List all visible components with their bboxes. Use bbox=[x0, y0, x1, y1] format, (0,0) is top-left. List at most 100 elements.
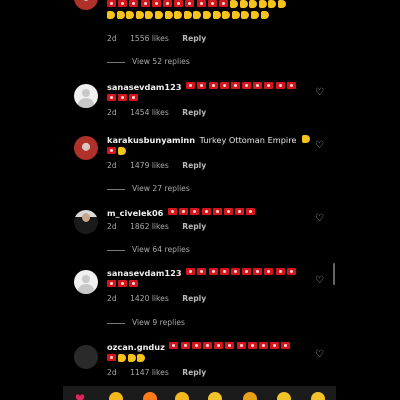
thumbs-up-emoji bbox=[118, 354, 127, 362]
turkey-flag-emoji bbox=[208, 268, 218, 275]
comment-likes[interactable]: 1479 likes bbox=[130, 161, 169, 170]
reply-button[interactable]: Reply bbox=[182, 34, 206, 43]
turkey-flag-emoji bbox=[242, 268, 252, 275]
turkey-flag-emoji bbox=[230, 82, 240, 89]
turkey-flag-emoji bbox=[190, 208, 200, 215]
view-replies-button[interactable]: View 9 replies bbox=[107, 318, 185, 327]
replies-divider bbox=[107, 249, 125, 251]
turkey-flag-emoji bbox=[151, 0, 161, 7]
turkey-flag-emoji bbox=[253, 268, 263, 275]
flag-emoji-row-2 bbox=[107, 280, 141, 288]
reply-button[interactable]: Reply bbox=[182, 222, 206, 231]
crying-face-emoji[interactable] bbox=[208, 392, 222, 400]
view-replies-button[interactable]: View 27 replies bbox=[107, 184, 190, 193]
red-heart-emoji[interactable]: ♥ bbox=[73, 392, 87, 400]
comment-username[interactable]: m_civelek06 bbox=[107, 208, 163, 218]
flexed-biceps-emoji bbox=[268, 0, 277, 8]
comment-meta: 2d 1862 likes Reply bbox=[107, 222, 217, 231]
comment-time: 2d bbox=[107, 294, 117, 303]
comment-time: 2d bbox=[107, 108, 117, 117]
oncoming-fist-emoji bbox=[202, 11, 211, 19]
turkey-flag-emoji bbox=[107, 280, 116, 287]
oncoming-fist-emoji bbox=[302, 135, 311, 143]
emoji-row bbox=[107, 147, 128, 155]
turkey-flag-emoji bbox=[253, 82, 263, 89]
heart-outline-icon[interactable]: ♡ bbox=[315, 88, 324, 98]
comment-meta: 2d 1479 likes Reply bbox=[107, 161, 217, 170]
turkey-flag-emoji bbox=[236, 342, 246, 349]
avatar[interactable] bbox=[74, 0, 98, 10]
comment-username[interactable]: sanasevdam123 bbox=[107, 82, 182, 92]
turkey-flag-emoji bbox=[201, 208, 211, 215]
oncoming-fist-emoji bbox=[231, 11, 240, 19]
turkey-flag-emoji bbox=[129, 0, 139, 7]
oncoming-fist-emoji bbox=[250, 11, 259, 19]
flexed-biceps-emoji bbox=[249, 0, 258, 8]
comments-screen: 2d 1556 likes Reply View 52 replies sana… bbox=[0, 0, 400, 400]
surprised-face-emoji[interactable] bbox=[277, 392, 291, 400]
turkey-flag-emoji bbox=[140, 0, 150, 7]
reply-button[interactable]: Reply bbox=[182, 368, 206, 377]
clapping-emoji[interactable] bbox=[175, 392, 189, 400]
oncoming-fist-emoji bbox=[174, 11, 183, 19]
turkey-flag-emoji bbox=[191, 342, 201, 349]
comment-text-line: karakusbunyaminn Turkey Ottoman Empire bbox=[107, 135, 312, 146]
turkey-flag-emoji bbox=[264, 82, 274, 89]
replies-divider bbox=[107, 322, 125, 324]
thumbs-up-emoji bbox=[118, 147, 127, 155]
turkey-flag-emoji bbox=[185, 0, 195, 7]
raising-hands-emoji[interactable] bbox=[109, 392, 123, 400]
laughing-face-emoji[interactable] bbox=[311, 392, 325, 400]
turkey-flag-emoji bbox=[286, 268, 296, 275]
turkey-flag-emoji bbox=[246, 208, 256, 215]
view-replies-button[interactable]: View 64 replies bbox=[107, 245, 190, 254]
reply-button[interactable]: Reply bbox=[182, 108, 206, 117]
avatar[interactable] bbox=[74, 84, 98, 108]
heart-outline-icon[interactable]: ♡ bbox=[315, 350, 324, 360]
comment-username[interactable]: karakusbunyaminn bbox=[107, 135, 195, 145]
comment-time: 2d bbox=[107, 161, 117, 170]
fire-emoji[interactable] bbox=[143, 392, 157, 400]
avatar[interactable] bbox=[74, 270, 98, 294]
reply-button[interactable]: Reply bbox=[182, 161, 206, 170]
scrollbar[interactable] bbox=[333, 263, 335, 285]
oncoming-fist-emoji bbox=[154, 11, 163, 19]
comment-likes[interactable]: 1556 likes bbox=[130, 34, 169, 43]
comment-username[interactable]: ozcan.gnduz bbox=[107, 342, 165, 352]
turkey-flag-emoji bbox=[180, 342, 190, 349]
avatar[interactable] bbox=[74, 345, 98, 369]
heart-outline-icon[interactable]: ♡ bbox=[315, 214, 324, 224]
comment-likes[interactable]: 1147 likes bbox=[130, 368, 169, 377]
comment-meta: 2d 1454 likes Reply bbox=[107, 108, 217, 117]
oncoming-fist-emoji bbox=[260, 11, 269, 19]
comment-username[interactable]: sanasevdam123 bbox=[107, 268, 182, 278]
flag-emoji-row-2 bbox=[107, 94, 141, 102]
comment-text-line: ozcan.gnduz bbox=[107, 342, 293, 353]
flexed-biceps-emoji bbox=[230, 0, 239, 8]
avatar[interactable] bbox=[74, 136, 98, 160]
comment-likes[interactable]: 1420 likes bbox=[130, 294, 169, 303]
turkey-flag-emoji bbox=[214, 342, 224, 349]
turkey-flag-emoji bbox=[212, 208, 222, 215]
turkey-flag-emoji bbox=[286, 82, 296, 89]
turkey-flag-emoji bbox=[118, 0, 128, 7]
comment-likes[interactable]: 1454 likes bbox=[130, 108, 169, 117]
heart-outline-icon[interactable]: ♡ bbox=[315, 276, 324, 286]
comment-time: 2d bbox=[107, 368, 117, 377]
turkey-flag-emoji bbox=[174, 0, 184, 7]
avatar[interactable] bbox=[74, 210, 98, 234]
turkey-flag-emoji bbox=[179, 208, 189, 215]
comment-meta: 2d 1556 likes Reply bbox=[107, 34, 217, 43]
turkey-flag-emoji bbox=[281, 342, 291, 349]
heart-outline-icon[interactable]: ♡ bbox=[315, 141, 324, 151]
heart-eyes-emoji[interactable] bbox=[243, 392, 257, 400]
flag-emoji-row bbox=[169, 342, 292, 352]
oncoming-fist-emoji bbox=[107, 11, 115, 19]
thumbs-up-emoji bbox=[127, 354, 136, 362]
turkey-flag-emoji bbox=[167, 208, 177, 215]
view-replies-button[interactable]: View 52 replies bbox=[107, 57, 190, 66]
turkey-flag-emoji bbox=[129, 280, 139, 287]
turkey-flag-emoji bbox=[219, 268, 229, 275]
reply-button[interactable]: Reply bbox=[182, 294, 206, 303]
comment-likes[interactable]: 1862 likes bbox=[130, 222, 169, 231]
